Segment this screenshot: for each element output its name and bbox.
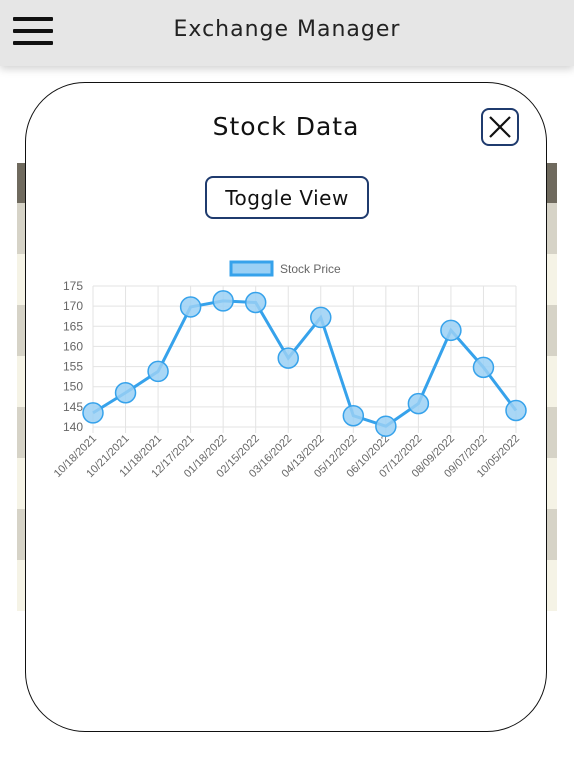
toggle-view-button[interactable]: Toggle View <box>205 176 369 219</box>
data-point <box>440 319 462 342</box>
stock-data-modal: Stock Data Toggle View 140 145 150 155 160 16… <box>25 82 547 732</box>
stock-price-chart: 14014515015516016517017510/18/202110/21/… <box>52 260 527 480</box>
data-point <box>472 356 495 379</box>
y-tick-label: 165 <box>63 319 83 333</box>
data-point <box>114 382 137 404</box>
data-point <box>82 402 104 424</box>
top-bar: Exchange Manager <box>0 0 574 66</box>
close-button[interactable] <box>481 108 519 146</box>
y-tick-label: 150 <box>63 380 83 394</box>
data-point <box>179 296 202 318</box>
y-tick-label: 145 <box>63 400 83 414</box>
y-tick-label: 160 <box>63 339 83 353</box>
close-icon <box>489 116 511 138</box>
app-title: Exchange Manager <box>173 17 401 42</box>
legend-label: Stock Price <box>280 262 341 276</box>
data-point <box>147 360 169 383</box>
legend-swatch <box>229 260 274 277</box>
data-point <box>310 306 332 329</box>
data-point <box>342 404 365 427</box>
data-point <box>244 291 267 314</box>
y-tick-label: 155 <box>63 360 83 374</box>
data-point <box>212 290 234 312</box>
y-tick-label: 175 <box>63 279 83 293</box>
y-tick-label: 170 <box>63 299 83 313</box>
modal-title: Stock Data <box>212 112 360 141</box>
data-point <box>277 347 299 369</box>
data-point <box>407 392 430 415</box>
y-tick-label: 140 <box>63 420 83 434</box>
data-point <box>505 399 527 422</box>
data-point <box>375 415 397 437</box>
